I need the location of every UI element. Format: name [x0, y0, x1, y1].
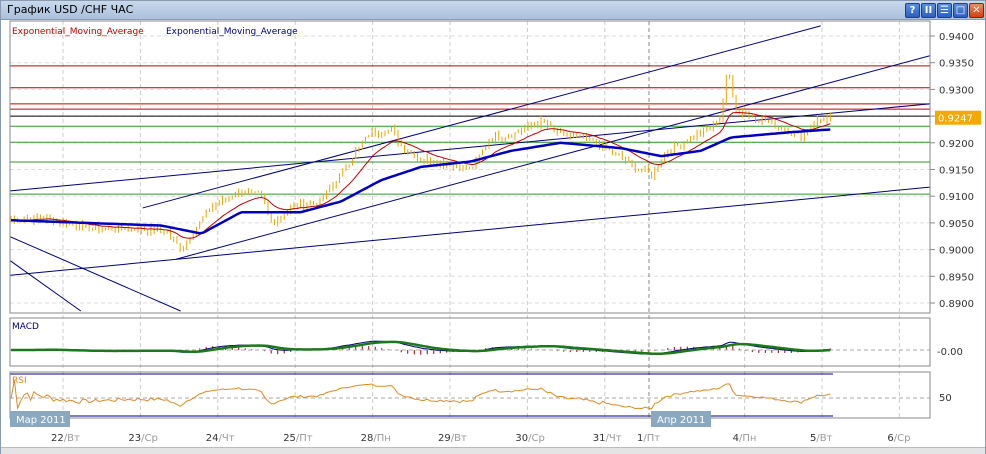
price-tick-label: 0.9000 — [939, 246, 974, 257]
legend-ema-blue: Exponential_Moving_Average — [166, 27, 298, 37]
time-tick-label: 1/Пт — [637, 433, 660, 444]
current-price-label: 0.9247 — [938, 114, 973, 125]
maximize-button[interactable]: □ — [953, 3, 968, 18]
chart-window: График USD /CHF ЧАС ? II ☰ □ ✕ Exponenti… — [0, 0, 986, 454]
month-label: Мар 2011 — [16, 415, 66, 426]
pause-button[interactable]: II — [921, 3, 936, 18]
rsi-line — [10, 380, 831, 410]
time-tick-label: 24/Чт — [206, 433, 235, 444]
time-tick-label: 29/Вт — [438, 433, 467, 444]
time-tick-label: 6/Ср — [887, 433, 910, 444]
time-tick-label: 23/Ср — [128, 433, 157, 444]
price-tick-label: 0.9300 — [939, 85, 974, 96]
price-tick-label: 0.9150 — [939, 166, 974, 177]
time-tick-label: 30/Ср — [515, 433, 544, 444]
bottom-bar — [1, 447, 985, 454]
help-button[interactable]: ? — [905, 3, 920, 18]
price-chart[interactable]: Exponential_Moving_Average Exponential_M… — [1, 20, 985, 447]
trendline — [142, 25, 821, 209]
price-tick-label: 0.9200 — [939, 139, 974, 150]
time-tick-label: 31/Чт — [593, 433, 622, 444]
trendline — [10, 103, 930, 192]
time-tick-label: 22/Вт — [51, 433, 80, 444]
legend-ema-red: Exponential_Moving_Average — [12, 27, 144, 37]
time-tick-label: 28/Пн — [361, 433, 391, 444]
price-tick-label: 0.9350 — [939, 59, 974, 70]
trendline — [175, 55, 930, 260]
menu-button[interactable]: ☰ — [937, 3, 952, 18]
time-tick-label: 5/Вт — [810, 433, 833, 444]
title-bar: График USD /CHF ЧАС ? II ☰ □ ✕ — [1, 1, 985, 20]
price-tick-label: 0.8950 — [939, 272, 974, 283]
trendline — [10, 236, 181, 312]
price-tick-label: 0.9050 — [939, 219, 974, 230]
time-tick-label: 4/Пн — [733, 433, 757, 444]
price-tick-label: 0.8900 — [939, 299, 974, 310]
rsi-label: RSI — [12, 376, 27, 386]
price-tick-label: 0.9400 — [939, 32, 974, 43]
macd-axis-label: -0.00 — [937, 347, 963, 358]
trendline — [10, 186, 930, 276]
rsi-axis-label: 50 — [939, 393, 952, 404]
window-title: График USD /CHF ЧАС — [7, 3, 134, 16]
macd-panel-frame — [9, 317, 931, 367]
close-button[interactable]: ✕ — [969, 3, 984, 18]
rsi-panel-frame — [9, 371, 931, 419]
price-tick-label: 0.9100 — [939, 192, 974, 203]
month-label: Апр 2011 — [657, 415, 705, 426]
ema-fast-line — [11, 111, 831, 239]
time-tick-label: 25/Пт — [283, 433, 313, 444]
ema-slow-line — [11, 128, 831, 235]
macd-label: MACD — [12, 322, 39, 332]
